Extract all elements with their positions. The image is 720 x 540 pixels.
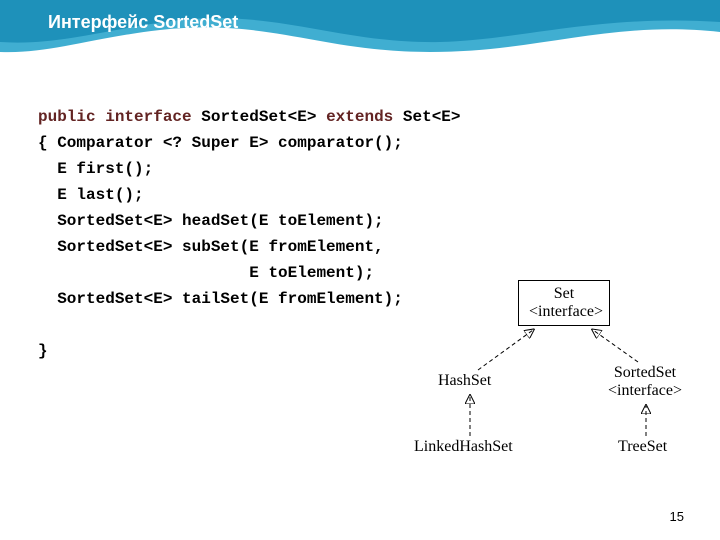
slide-title: Интерфейс SortedSet xyxy=(48,12,238,33)
code-l1-name: SortedSet<E> xyxy=(192,108,326,126)
code-l3: E first(); xyxy=(38,160,153,178)
code-l5: SortedSet<E> headSet(E toElement); xyxy=(38,212,384,230)
kw-public: public xyxy=(38,108,96,126)
diagram-arrows xyxy=(408,280,698,480)
code-l2: { Comparator <? Super E> comparator(); xyxy=(38,134,403,152)
code-l1-tail: Set<E> xyxy=(393,108,460,126)
kw-extends: extends xyxy=(326,108,393,126)
code-l9: } xyxy=(38,342,48,360)
code-l8: SortedSet<E> tailSet(E fromElement); xyxy=(38,290,403,308)
code-block: public interface SortedSet<E> extends Se… xyxy=(38,78,461,364)
page-number: 15 xyxy=(670,509,684,524)
code-l6: SortedSet<E> subSet(E fromElement, xyxy=(38,238,384,256)
code-l7: E toElement); xyxy=(38,264,374,282)
code-l4: E last(); xyxy=(38,186,144,204)
slide-banner: Интерфейс SortedSet xyxy=(0,0,720,58)
kw-interface: interface xyxy=(105,108,191,126)
class-hierarchy-diagram: Set <interface> HashSet SortedSet <inter… xyxy=(408,280,698,480)
